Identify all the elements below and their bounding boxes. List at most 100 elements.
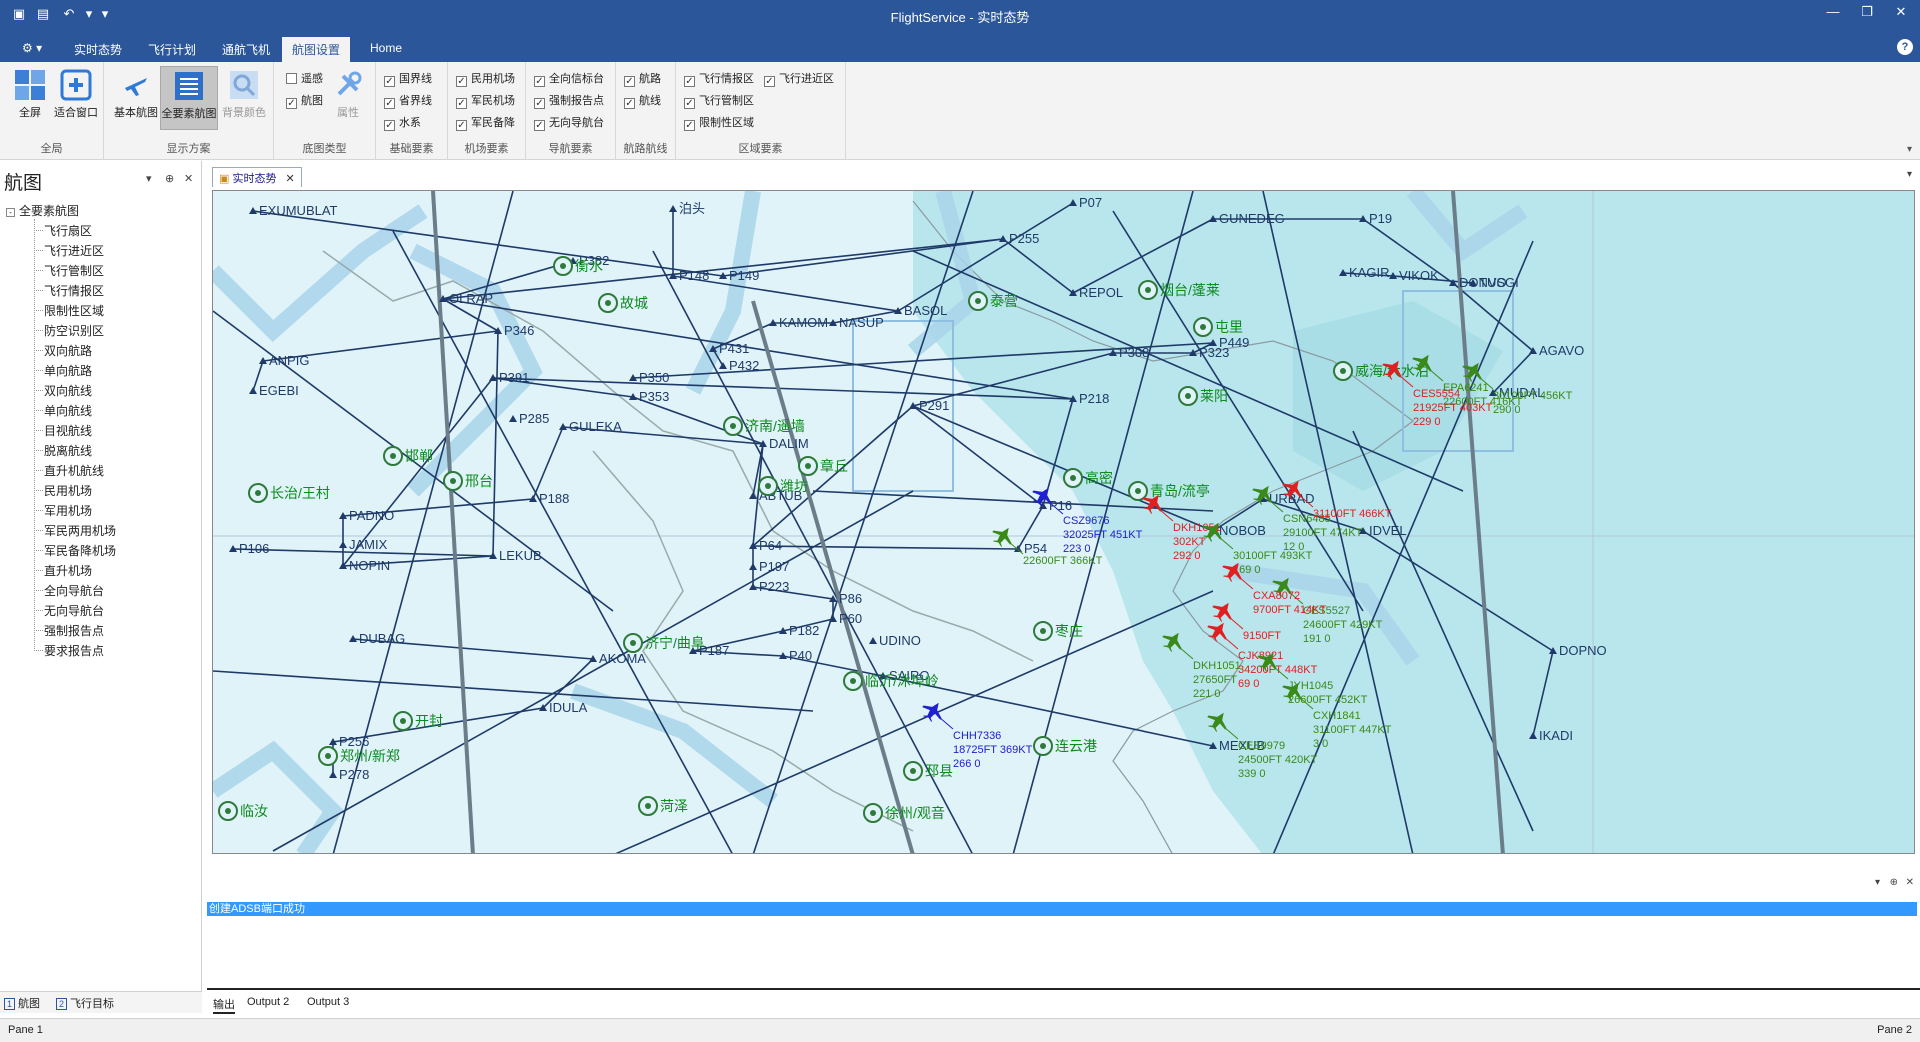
minimize-button[interactable]: — — [1816, 0, 1850, 24]
basic-chart-button[interactable]: 基本航图 — [108, 66, 164, 130]
help-icon[interactable]: ? — [1897, 39, 1913, 55]
tree-item[interactable]: 双向航线 — [44, 382, 92, 399]
tree-item[interactable]: 脱离航线 — [44, 442, 92, 459]
waypoint-triangle-icon[interactable] — [329, 771, 337, 778]
waypoint-triangle-icon[interactable] — [869, 637, 877, 644]
tree-item[interactable]: 飞行扇区 — [44, 222, 92, 239]
all-elements-button[interactable]: 全要素航图 — [160, 66, 218, 130]
tab-chart-panel[interactable]: 1 航图 — [4, 995, 40, 1011]
tab-output-1[interactable]: 输出 — [213, 996, 235, 1014]
check-approach-area[interactable]: ✓ 飞行进近区 — [764, 72, 834, 88]
bg-color-button[interactable]: 背景颜色 — [218, 66, 270, 130]
tree-item[interactable]: 军民两用机场 — [44, 522, 116, 539]
aeronautical-map[interactable]: EXUMUBLAT 泊头 P07 GUNEDEG P19 DONVO AGAVO MUDAL K… — [212, 190, 1915, 854]
output-pin-icon[interactable]: ⊕ — [1890, 877, 1898, 888]
waypoint-triangle-icon[interactable] — [249, 207, 257, 214]
tree-item[interactable]: 单向航路 — [44, 362, 92, 379]
waypoint-triangle-icon[interactable] — [339, 541, 347, 548]
collapse-icon[interactable]: - — [6, 208, 15, 217]
tab-flight-targets[interactable]: 2 飞行目标 — [56, 995, 114, 1011]
properties-button[interactable]: 属性 — [322, 66, 374, 130]
fullscreen-button[interactable]: 全屏 — [4, 66, 56, 130]
tree-item[interactable]: 飞行进近区 — [44, 242, 104, 259]
tree-item[interactable]: 军民备降机场 — [44, 542, 116, 559]
waypoint-triangle-icon[interactable] — [669, 205, 677, 212]
flight-altitude-speed: 21925FT 403KT — [1413, 402, 1493, 414]
airport-center-icon — [1135, 488, 1141, 494]
check-water[interactable]: ✓ 水系 — [384, 116, 421, 132]
output-close-icon[interactable]: ✕ — [1906, 877, 1914, 888]
tab-general-aviation[interactable]: 通航飞机 — [212, 37, 280, 62]
tree-root[interactable]: - 全要素航图 — [6, 202, 79, 219]
check-civil-airport[interactable]: ✓ 民用机场 — [456, 72, 515, 88]
waypoint-triangle-icon[interactable] — [494, 327, 502, 334]
waypoint-triangle-icon[interactable] — [509, 415, 517, 422]
tree-item[interactable]: 强制报告点 — [44, 622, 104, 639]
flight-altitude-speed: 30100FT 456KT — [1493, 390, 1573, 402]
tree-item[interactable]: 全向导航台 — [44, 582, 104, 599]
doc-dropdown-icon[interactable]: ▾ — [1907, 169, 1912, 180]
waypoint-triangle-icon[interactable] — [669, 272, 677, 279]
waypoint-triangle-icon[interactable] — [749, 583, 757, 590]
map-canvas[interactable]: EXUMUBLAT 泊头 P07GUNEDEG P19DONVOAGAVOMUDALK… — [213, 191, 1915, 854]
group-basic: ✓ 国界线 ✓ 省界线 ✓ 水系 基础要素 — [376, 62, 448, 160]
check-mandatory-report[interactable]: ✓ 强制报告点 — [534, 94, 604, 110]
output-menu-icon[interactable]: ▾ — [1875, 877, 1880, 888]
waypoint-label: KAGIR — [1349, 265, 1389, 280]
tab-chart-settings[interactable]: 航图设置 — [282, 37, 351, 62]
tree-item[interactable]: 民用机场 — [44, 482, 92, 499]
waypoint-triangle-icon[interactable] — [249, 387, 257, 394]
tree-item[interactable]: 军用机场 — [44, 502, 92, 519]
tab-home[interactable]: Home — [360, 37, 412, 59]
tree-item[interactable]: 无向导航台 — [44, 602, 104, 619]
tree-item[interactable]: 目视航线 — [44, 422, 92, 439]
check-remote-label: 遥感 — [301, 73, 323, 85]
tree-item[interactable]: 要求报告点 — [44, 642, 104, 659]
flight-altitude-speed: 302KT — [1173, 536, 1206, 548]
check-airway[interactable]: ✓ 航路 — [624, 72, 661, 88]
check-air-route[interactable]: ✓ 航线 — [624, 94, 661, 110]
close-tab-icon[interactable]: ✕ — [286, 173, 295, 185]
tree-item[interactable]: 防空识别区 — [44, 322, 104, 339]
panel-menu-icon[interactable]: ▾ — [146, 172, 152, 185]
waypoint-label: P391 — [499, 370, 529, 385]
waypoint-triangle-icon[interactable] — [719, 362, 727, 369]
check-province-border[interactable]: ✓ 省界线 — [384, 94, 432, 110]
check-omni-beacon[interactable]: ✓ 全向信标台 — [534, 72, 604, 88]
tab-flight-plan[interactable]: 飞行计划 — [138, 37, 206, 62]
route-segment — [752, 191, 974, 853]
check-control-area[interactable]: ✓ 飞行管制区 — [684, 94, 754, 110]
collapse-ribbon-icon[interactable]: ▾ — [1907, 144, 1912, 155]
waypoint-triangle-icon[interactable] — [829, 615, 837, 622]
tree-item[interactable]: 限制性区域 — [44, 302, 104, 319]
tree-item[interactable]: 飞行管制区 — [44, 262, 104, 279]
check-mil-civil-airport[interactable]: ✓ 军民机场 — [456, 94, 515, 110]
tree-item[interactable]: 直升机场 — [44, 562, 92, 579]
aircraft-target[interactable]: CHH7336 18725FT 369KT 266 0 — [918, 696, 1033, 770]
check-mil-civil-backup[interactable]: ✓ 军民备降 — [456, 116, 515, 132]
tree-item[interactable]: 直升机航线 — [44, 462, 104, 479]
tab-realtime[interactable]: 实时态势 — [64, 37, 132, 62]
tree-item[interactable]: 飞行情报区 — [44, 282, 104, 299]
close-button[interactable]: ✕ — [1884, 0, 1918, 24]
tab-realtime-doc[interactable]: ▣ 实时态势 ✕ — [212, 167, 302, 187]
tab-output-2[interactable]: Output 2 — [247, 996, 289, 1008]
waypoint-triangle-icon[interactable] — [749, 563, 757, 570]
check-ndb[interactable]: ✓ 无向导航台 — [534, 116, 604, 132]
output-message[interactable]: 创建ADSB端口成功 — [207, 902, 1917, 916]
app-menu-button[interactable]: ⚙ ▾ — [12, 37, 52, 59]
check-national-border[interactable]: ✓ 国界线 — [384, 72, 432, 88]
check-restricted-area[interactable]: ✓ 限制性区域 — [684, 116, 754, 132]
check-fir[interactable]: ✓ 飞行情报区 — [684, 72, 754, 88]
airport-label: 邯郸 — [405, 448, 433, 464]
group-global: 全屏 适合窗口 全局 — [0, 62, 104, 160]
panel-close-icon[interactable]: ✕ — [184, 172, 193, 185]
restore-button[interactable]: ❐ — [1850, 0, 1884, 24]
check-chart[interactable]: ✓ 航图 — [286, 94, 323, 110]
pin-icon[interactable]: ⊕ — [165, 172, 174, 185]
tab-output-3[interactable]: Output 3 — [307, 996, 349, 1008]
tree-item[interactable]: 双向航路 — [44, 342, 92, 359]
check-remote[interactable]: 遥感 — [286, 72, 323, 88]
tree-item[interactable]: 单向航线 — [44, 402, 92, 419]
fit-window-button[interactable]: 适合窗口 — [50, 66, 102, 130]
